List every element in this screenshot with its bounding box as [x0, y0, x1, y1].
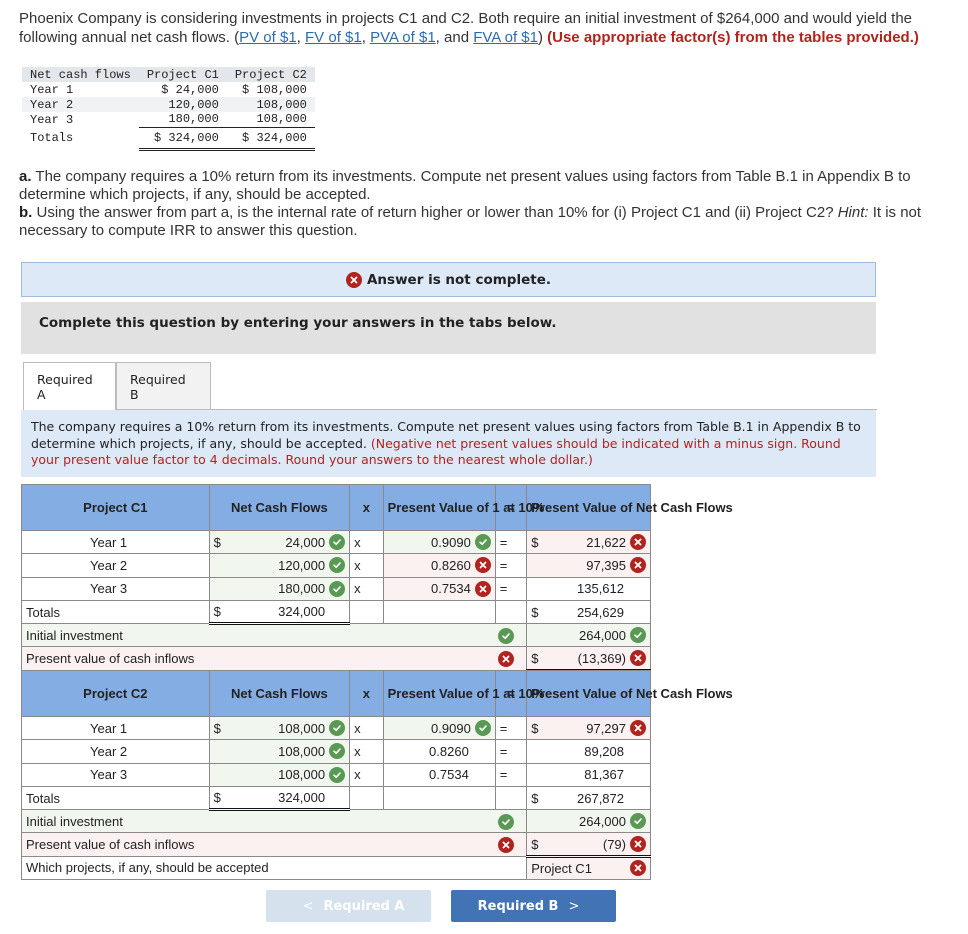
initial-investment-label[interactable]: Initial investment	[26, 814, 123, 829]
net-cash-flow-input[interactable]: 108,000	[278, 721, 325, 736]
net-cash-flow-input[interactable]: 24,000	[285, 535, 325, 550]
cross-icon	[630, 720, 646, 737]
pv-factor-input[interactable]: 0.8260	[382, 739, 496, 764]
total-flow: 324,000	[278, 604, 326, 620]
project-c1-npv-table: Project C1 Net Cash Flows x Present Valu…	[20, 484, 733, 672]
next-required-b-button[interactable]: Required B >	[451, 890, 616, 922]
pv-inflows-label[interactable]: Present value of cash inflows	[26, 651, 194, 666]
check-icon	[329, 743, 346, 760]
check-icon	[498, 627, 515, 644]
check-icon	[630, 813, 646, 830]
cross-icon	[630, 836, 646, 853]
year-row: Year 3 180,000 x 0.7534 = 135,612	[21, 576, 651, 601]
pv-inflows-label[interactable]: Present value of cash inflows	[26, 837, 194, 852]
pv-factor-input[interactable]: 0.9090	[431, 535, 471, 550]
net-cash-flow-input[interactable]: 180,000	[278, 581, 325, 596]
npv-input[interactable]: (79)	[603, 837, 626, 852]
project-c2-npv-table: Project C2 Net Cash Flows x Present Valu…	[20, 670, 733, 881]
project-title: Project C2	[21, 670, 210, 717]
net-cash-flow-input[interactable]: 108,000	[278, 744, 325, 759]
cash-flow-totals: Totals $ 324,000 $ 324,000	[22, 127, 315, 151]
tab-bar: Required A Required B	[23, 362, 211, 410]
fv-table-link[interactable]: FV of $1	[305, 29, 362, 46]
cross-icon	[630, 650, 646, 667]
check-icon	[474, 720, 491, 737]
initial-investment-row: Initial investment 264,000	[20, 809, 651, 834]
tab-required-b[interactable]: Required B	[116, 362, 211, 410]
check-icon	[329, 580, 346, 597]
cross-icon	[630, 557, 646, 574]
decision-select[interactable]: Project C1	[531, 861, 592, 876]
check-icon	[329, 720, 346, 737]
question-a: a. The company requires a 10% return fro…	[19, 168, 911, 203]
initial-investment-input[interactable]: 264,000	[579, 814, 626, 829]
prev-required-a-button[interactable]: < Required A	[266, 890, 431, 922]
pv-factor-input[interactable]: 0.7534	[382, 762, 496, 787]
problem-intro: Phoenix Company is considering investmen…	[19, 10, 919, 46]
total-pv: 254,629	[577, 604, 624, 620]
cross-icon	[630, 534, 646, 551]
tab-required-a[interactable]: Required A	[23, 362, 116, 410]
pv-value: 81,367	[526, 762, 651, 787]
pv-value: 89,208	[526, 739, 651, 764]
cross-icon	[498, 836, 515, 853]
net-cash-flow-input[interactable]: 108,000	[278, 767, 325, 782]
questions: a. The company requires a 10% return fro…	[19, 168, 959, 240]
check-icon	[474, 534, 491, 551]
year-row: Year 2 120,000 x 0.8260 = 97,395	[21, 553, 651, 578]
question-b: b. Using the answer from part a, is the …	[19, 204, 922, 239]
totals-row: Totals $324,000 $267,872	[21, 785, 651, 812]
pv-factor-input[interactable]: 0.9090	[431, 721, 471, 736]
total-flow: 324,000	[278, 790, 326, 806]
cross-icon	[474, 580, 491, 597]
npv-input[interactable]: (13,369)	[578, 651, 626, 666]
instruction-box: Complete this question by entering your …	[21, 302, 876, 354]
cash-flow-row: Year 1 $ 24,000 $ 108,000	[22, 82, 315, 97]
year-row: Year 1 $108,000 x 0.9090 = $97,297	[21, 715, 651, 741]
cash-flow-row: Year 2 120,000 108,000	[22, 97, 315, 112]
pv-factor-input[interactable]: 0.7534	[431, 581, 471, 596]
cash-flow-table: Net cash flows Project C1 Project C2 Yea…	[22, 67, 315, 151]
check-icon	[329, 557, 346, 574]
task-description: The company requires a 10% return from i…	[21, 410, 876, 477]
year-row: Year 2 108,000 x 0.8260 = 89,208	[21, 739, 651, 764]
pv-input[interactable]: 97,395	[586, 558, 626, 573]
pv-input[interactable]: 21,622	[586, 535, 626, 550]
check-icon	[498, 813, 515, 830]
net-cash-flow-input[interactable]: 120,000	[278, 558, 325, 573]
check-icon	[630, 627, 646, 644]
npv-header-row: Project C1 Net Cash Flows x Present Valu…	[21, 484, 733, 531]
total-pv: 267,872	[577, 790, 624, 806]
pv-inflows-row: Present value of cash inflows $ (13,369)	[20, 646, 651, 672]
pv-factor-input[interactable]: 0.8260	[431, 558, 471, 573]
decision-label: Which projects, if any, should be accept…	[20, 855, 528, 881]
check-icon	[329, 766, 346, 783]
totals-row: Totals $324,000 $254,629	[21, 599, 651, 626]
pv-table-link[interactable]: PV of $1	[239, 29, 297, 46]
project-title: Project C1	[21, 484, 210, 531]
year-row: Year 1 $24,000 x 0.9090 = $21,622	[21, 529, 651, 555]
cross-icon	[630, 860, 646, 877]
decision-row: Which projects, if any, should be accept…	[20, 855, 651, 881]
chevron-right-icon: >	[568, 898, 580, 914]
check-icon	[329, 534, 346, 551]
pv-input[interactable]: 97,297	[586, 721, 626, 736]
fva-table-link[interactable]: FVA of $1	[473, 29, 538, 46]
initial-investment-row: Initial investment 264,000	[20, 623, 651, 648]
chevron-left-icon: <	[302, 898, 314, 914]
cash-flow-header: Net cash flows Project C1 Project C2	[22, 67, 315, 82]
pv-value: 135,612	[526, 576, 651, 601]
pva-table-link[interactable]: PVA of $1	[370, 29, 436, 46]
cross-icon	[474, 557, 491, 574]
error-icon	[345, 271, 362, 288]
year-row: Year 3 108,000 x 0.7534 = 81,367	[21, 762, 651, 787]
initial-investment-label[interactable]: Initial investment	[26, 628, 123, 643]
cash-flow-row: Year 3 180,000 108,000	[22, 112, 315, 128]
cross-icon	[498, 650, 515, 667]
factor-instruction: (Use appropriate factor(s) from the tabl…	[547, 29, 919, 46]
npv-header-row: Project C2 Net Cash Flows x Present Valu…	[21, 670, 733, 717]
pv-inflows-row: Present value of cash inflows $ (79)	[20, 832, 651, 858]
initial-investment-input[interactable]: 264,000	[579, 628, 626, 643]
answer-status-banner: Answer is not complete.	[21, 262, 876, 297]
